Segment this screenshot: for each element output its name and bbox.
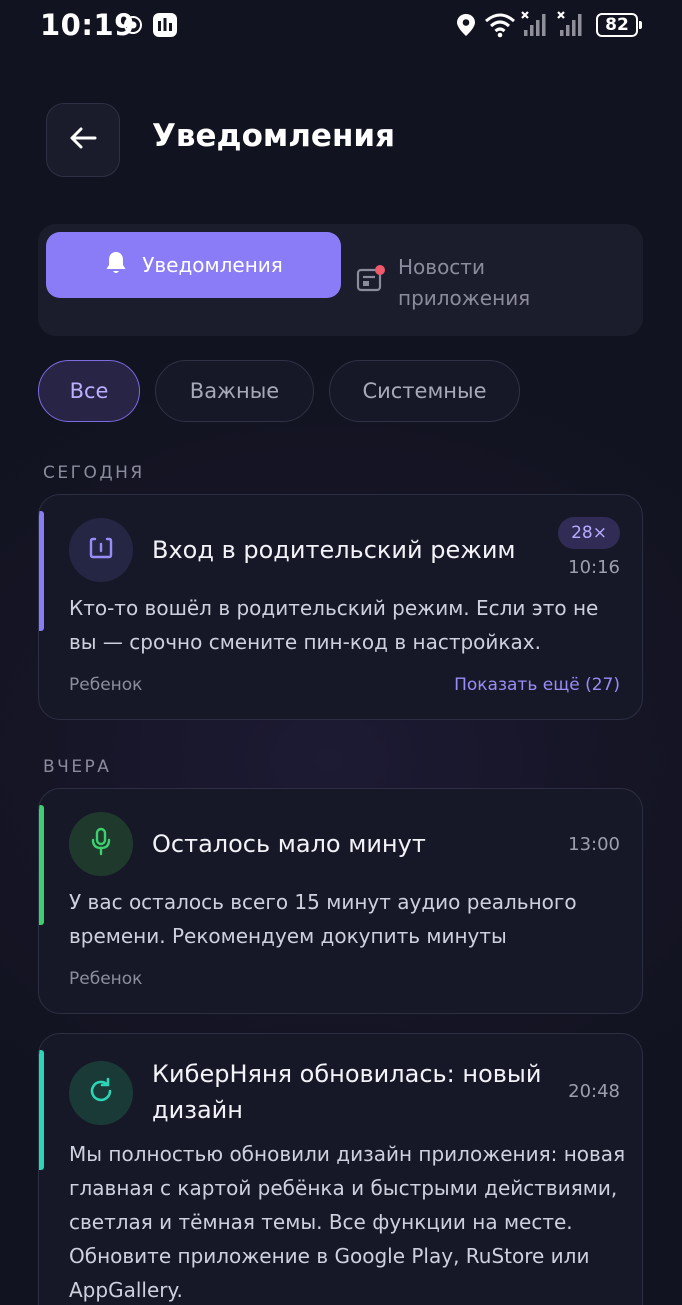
card-title: Вход в родительский режим — [152, 536, 516, 564]
section-yesterday-label: ВЧЕРА — [43, 757, 112, 777]
card-tag: Ребенок — [69, 675, 143, 695]
tab-app-news-label: Новости приложения — [398, 255, 531, 310]
notification-card[interactable]: Вход в родительский режим 28× 10:16 Кто-… — [38, 494, 643, 720]
card-time: 20:48 — [568, 1081, 620, 1102]
card-tag: Ребенок — [69, 969, 143, 989]
news-icon — [356, 264, 386, 303]
page-title: Уведомления — [152, 118, 395, 154]
card-time: 13:00 — [568, 834, 620, 855]
card-title: КиберНяня обновилась: новый дизайн — [152, 1060, 542, 1124]
filter-important-chip[interactable]: Важные — [155, 360, 314, 422]
card-body: Кто-то вошёл в родительский режим. Если … — [69, 596, 599, 654]
count-badge: 28× — [558, 517, 620, 549]
bell-icon — [104, 250, 128, 281]
back-button[interactable] — [46, 103, 120, 177]
tabs-segmented-control: Уведомления Новости приложения — [38, 224, 643, 336]
tab-notifications[interactable]: Уведомления — [46, 232, 341, 298]
location-icon — [456, 13, 476, 41]
arrow-left-icon — [69, 126, 97, 154]
filter-all-chip[interactable]: Все — [38, 360, 140, 422]
card-icon-circle — [69, 812, 133, 876]
wifi-icon — [484, 12, 516, 42]
card-body: Мы полностью обновили дизайн приложения:… — [69, 1142, 626, 1302]
card-accent-bar — [39, 511, 44, 631]
parent-lock-icon — [86, 533, 116, 567]
status-bar: 10:19 82 — [0, 0, 682, 52]
tab-notifications-label: Уведомления — [142, 253, 283, 277]
show-more-link[interactable]: Показать ещё (27) — [454, 675, 620, 695]
card-accent-bar — [39, 1050, 44, 1170]
signal-1-icon — [520, 10, 550, 42]
app-notification-icon — [122, 14, 144, 40]
card-time: 10:16 — [568, 557, 620, 578]
section-today-label: СЕГОДНЯ — [43, 463, 145, 483]
refresh-icon — [86, 1076, 116, 1110]
filter-system-chip[interactable]: Системные — [329, 360, 520, 422]
signal-2-icon — [556, 10, 586, 42]
card-icon-circle — [69, 1061, 133, 1125]
battery-indicator: 82 — [596, 13, 642, 37]
card-accent-bar — [39, 805, 44, 925]
notification-card[interactable]: КиберНяня обновилась: новый дизайн 20:48… — [38, 1033, 643, 1305]
app-badge-icon — [152, 12, 178, 42]
status-time: 10:19 — [40, 8, 135, 42]
card-icon-circle — [69, 518, 133, 582]
notification-card[interactable]: Осталось мало минут 13:00 У вас осталось… — [38, 788, 643, 1014]
card-body: У вас осталось всего 15 минут аудио реал… — [69, 890, 577, 948]
microphone-icon — [88, 827, 114, 861]
card-title: Осталось мало минут — [152, 830, 426, 858]
